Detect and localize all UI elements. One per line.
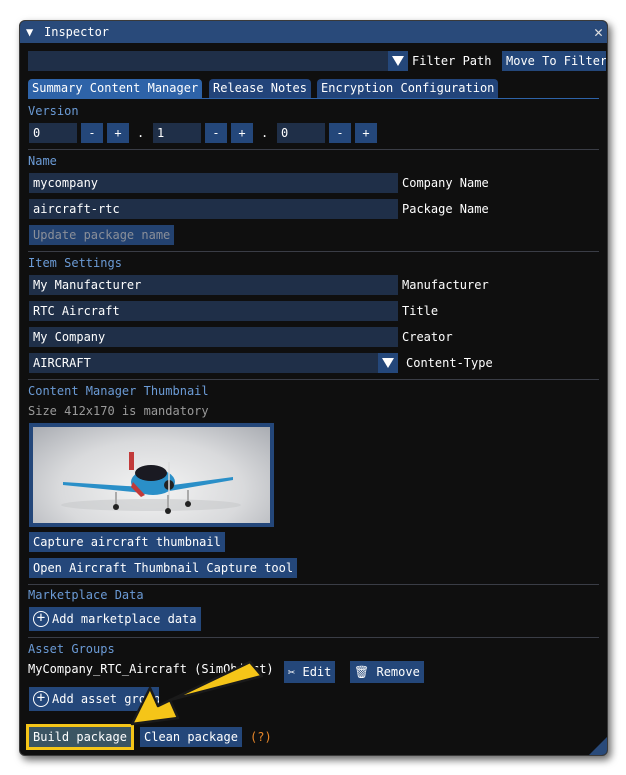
annotation-arrow	[130, 660, 264, 726]
arrow-icon	[130, 660, 264, 726]
